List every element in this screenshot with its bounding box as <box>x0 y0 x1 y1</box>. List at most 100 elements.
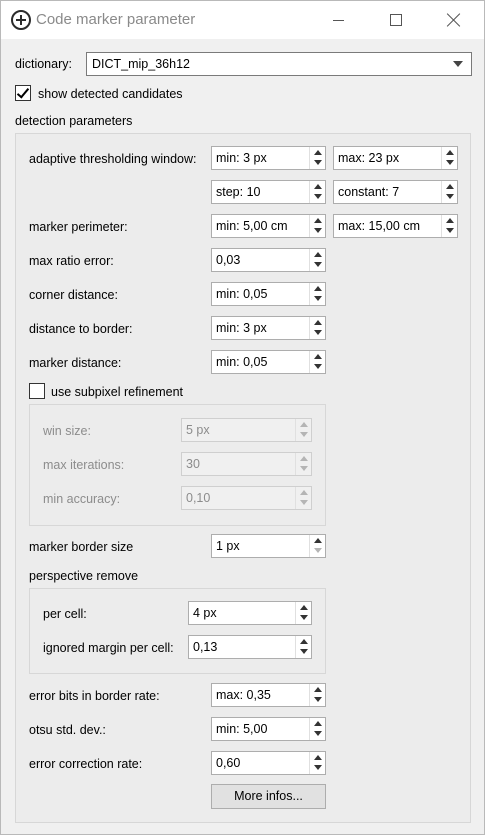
maximize-button[interactable] <box>373 1 419 39</box>
close-button[interactable] <box>431 1 477 39</box>
spinbox-value: min: 0,05 <box>216 287 268 301</box>
spinbox-value: 0,60 <box>216 756 241 770</box>
spin-down-arrow-icon[interactable] <box>446 194 454 199</box>
adaptive-window-max-spinbox[interactable]: max: 23 px <box>333 146 458 170</box>
spin-up-arrow-icon[interactable] <box>314 184 322 189</box>
detection-parameters-title: detection parameters <box>15 114 133 128</box>
adaptive-window-step-spinbox[interactable]: step: 10 <box>211 180 326 204</box>
subpixel-refinement-label: use subpixel refinement <box>51 385 184 399</box>
spin-down-arrow-icon[interactable] <box>300 615 308 620</box>
spinbox-value: step: 10 <box>216 185 261 199</box>
spin-up-arrow-icon[interactable] <box>314 538 322 543</box>
marker-border-size-spinbox[interactable]: 1 px <box>211 534 326 558</box>
spin-down-arrow-icon[interactable] <box>300 432 308 437</box>
win-size-spinbox[interactable]: 5 px <box>181 418 312 442</box>
close-icon <box>447 13 461 27</box>
spin-up-arrow-icon[interactable] <box>446 218 454 223</box>
spin-up-arrow-icon[interactable] <box>446 150 454 155</box>
error-correction-label: error correction rate: <box>29 757 143 771</box>
spin-down-arrow-icon[interactable] <box>314 731 322 736</box>
chevron-down-icon <box>453 61 463 67</box>
spin-down-arrow-icon[interactable] <box>314 296 322 301</box>
error-bits-label: error bits in border rate: <box>29 689 160 703</box>
marker-perimeter-max-spinbox[interactable]: max: 15,00 cm <box>333 214 458 238</box>
spin-down-arrow-icon[interactable] <box>300 649 308 654</box>
spin-down-arrow-icon[interactable] <box>314 330 322 335</box>
spinbox-value: min: 3 px <box>216 151 267 165</box>
spin-up-arrow-icon[interactable] <box>300 422 308 427</box>
spinbox-value: max: 15,00 cm <box>338 219 420 233</box>
spinbox-value: min: 3 px <box>216 321 267 335</box>
spin-up-arrow-icon[interactable] <box>300 639 308 644</box>
window-title: Code marker parameter <box>36 11 196 28</box>
title-bar[interactable]: Code marker parameter <box>1 1 484 39</box>
spin-up-arrow-icon[interactable] <box>314 150 322 155</box>
spin-up-arrow-icon[interactable] <box>314 218 322 223</box>
spinbox-value: 30 <box>186 457 200 471</box>
marker-distance-spinbox[interactable]: min: 0,05 <box>211 350 326 374</box>
app-plus-icon <box>11 10 31 30</box>
spin-down-arrow-icon[interactable] <box>314 548 322 553</box>
spinbox-value: 0,13 <box>193 640 218 654</box>
corner-distance-label: corner distance: <box>29 288 118 302</box>
spin-up-arrow-icon[interactable] <box>314 286 322 291</box>
dialog-window: Code marker parameter dictionary: DICT_m… <box>0 0 485 835</box>
spin-down-arrow-icon[interactable] <box>300 466 308 471</box>
adaptive-window-label: adaptive thresholding window: <box>29 152 197 166</box>
corner-distance-spinbox[interactable]: min: 0,05 <box>211 282 326 306</box>
marker-perimeter-min-spinbox[interactable]: min: 5,00 cm <box>211 214 326 238</box>
adaptive-window-min-spinbox[interactable]: min: 3 px <box>211 146 326 170</box>
spin-up-arrow-icon[interactable] <box>300 605 308 610</box>
spin-down-arrow-icon[interactable] <box>446 160 454 165</box>
minimize-button[interactable] <box>315 1 361 39</box>
spin-up-arrow-icon[interactable] <box>300 490 308 495</box>
spin-up-arrow-icon[interactable] <box>446 184 454 189</box>
show-candidates-label: show detected candidates <box>38 87 183 101</box>
spin-down-arrow-icon[interactable] <box>314 194 322 199</box>
spin-down-arrow-icon[interactable] <box>300 500 308 505</box>
ignored-margin-label: ignored margin per cell: <box>43 641 174 655</box>
spin-down-arrow-icon[interactable] <box>314 765 322 770</box>
spin-down-arrow-icon[interactable] <box>314 364 322 369</box>
ignored-margin-spinbox[interactable]: 0,13 <box>188 635 312 659</box>
spin-up-arrow-icon[interactable] <box>314 354 322 359</box>
spin-up-arrow-icon[interactable] <box>314 687 322 692</box>
spin-down-arrow-icon[interactable] <box>314 160 322 165</box>
spin-up-arrow-icon[interactable] <box>314 320 322 325</box>
distance-to-border-label: distance to border: <box>29 322 133 336</box>
spin-down-arrow-icon[interactable] <box>314 228 322 233</box>
spin-up-arrow-icon[interactable] <box>314 755 322 760</box>
spin-up-arrow-icon[interactable] <box>300 456 308 461</box>
spin-up-arrow-icon[interactable] <box>314 721 322 726</box>
max-ratio-error-spinbox[interactable]: 0,03 <box>211 248 326 272</box>
max-iterations-spinbox[interactable]: 30 <box>181 452 312 476</box>
adaptive-window-constant-spinbox[interactable]: constant: 7 <box>333 180 458 204</box>
error-correction-spinbox[interactable]: 0,60 <box>211 751 326 775</box>
spin-down-arrow-icon[interactable] <box>446 228 454 233</box>
spin-up-arrow-icon[interactable] <box>314 252 322 257</box>
otsu-spinbox[interactable]: min: 5,00 <box>211 717 326 741</box>
error-bits-spinbox[interactable]: max: 0,35 <box>211 683 326 707</box>
spinbox-value: 0,10 <box>186 491 211 505</box>
minimize-icon <box>332 19 344 21</box>
spinbox-value: min: 0,05 <box>216 355 268 369</box>
more-infos-button[interactable]: More infos... <box>211 784 326 809</box>
subpixel-refinement-checkbox[interactable] <box>29 383 45 399</box>
perspective-remove-title: perspective remove <box>29 569 139 583</box>
show-candidates-checkbox[interactable] <box>15 85 31 101</box>
per-cell-spinbox[interactable]: 4 px <box>188 601 312 625</box>
win-size-label: win size: <box>43 424 91 438</box>
marker-border-size-label: marker border size <box>29 540 134 554</box>
maximize-icon <box>390 14 402 26</box>
min-accuracy-spinbox[interactable]: 0,10 <box>181 486 312 510</box>
spin-down-arrow-icon[interactable] <box>314 697 322 702</box>
dictionary-select[interactable]: DICT_mip_36h12 <box>86 52 472 76</box>
min-accuracy-label: min accuracy: <box>43 492 121 506</box>
spin-down-arrow-icon[interactable] <box>314 262 322 267</box>
distance-to-border-spinbox[interactable]: min: 3 px <box>211 316 326 340</box>
otsu-label: otsu std. dev.: <box>29 723 106 737</box>
spinbox-value: 1 px <box>216 539 240 553</box>
spinbox-value: 4 px <box>193 606 217 620</box>
spinbox-value: min: 5,00 <box>216 722 268 736</box>
dictionary-value: DICT_mip_36h12 <box>92 57 190 71</box>
